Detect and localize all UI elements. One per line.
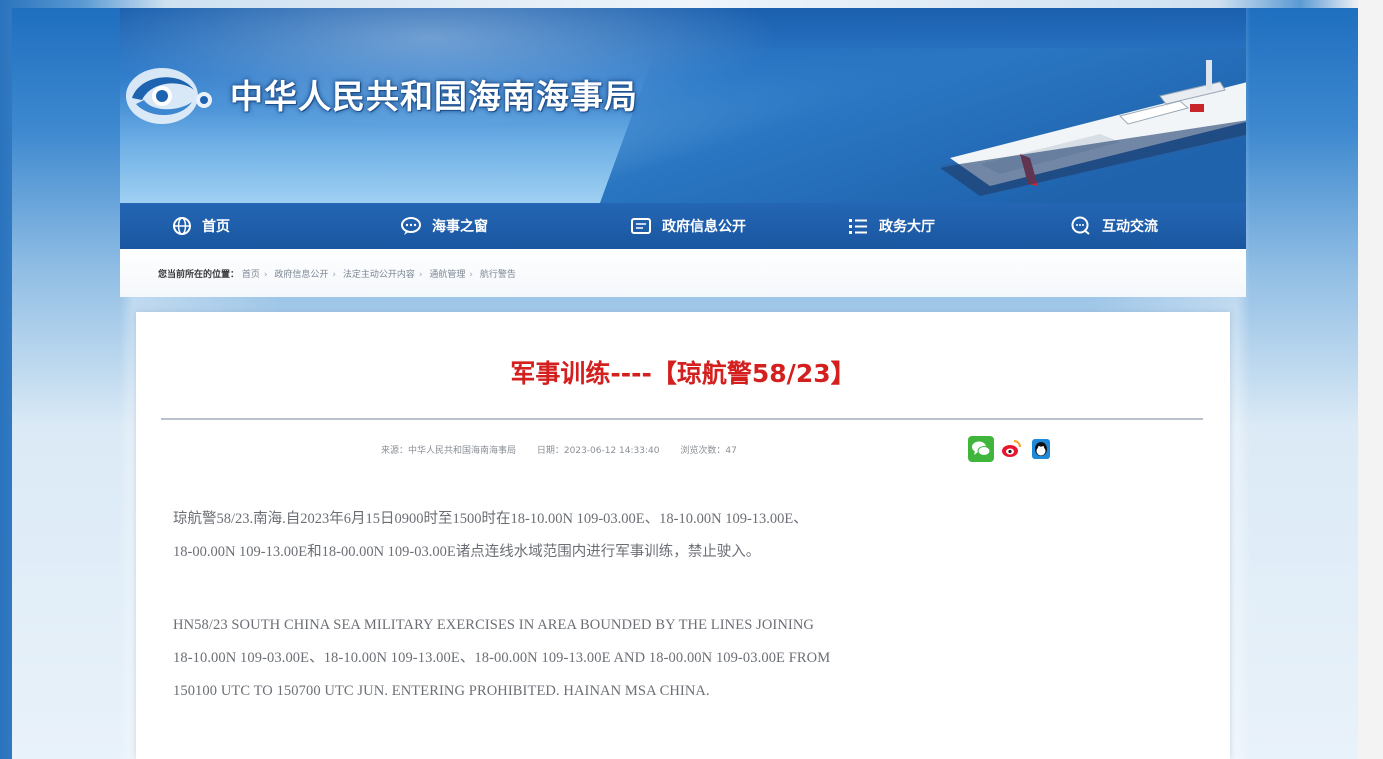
qq-icon[interactable] bbox=[1028, 436, 1054, 462]
breadcrumb-separator: › bbox=[332, 270, 337, 280]
patrol-ship-image bbox=[940, 60, 1246, 196]
share-bar bbox=[968, 436, 1054, 462]
title-divider bbox=[161, 418, 1203, 420]
msa-logo bbox=[126, 68, 212, 124]
nav-item-msa-window[interactable]: 海事之窗 bbox=[400, 203, 488, 249]
nav-item-home[interactable]: 首页 bbox=[172, 203, 230, 249]
nav-item-interaction[interactable]: 互动交流 bbox=[1070, 203, 1158, 249]
message-icon bbox=[1071, 216, 1090, 235]
article-date: 日期：2023-06-12 14:33:40 bbox=[536, 446, 660, 456]
wechat-icon[interactable] bbox=[968, 436, 994, 462]
breadcrumb-separator: › bbox=[263, 270, 268, 280]
article-title: 军事训练----【琼航警58/23】 bbox=[510, 359, 856, 388]
breadcrumb-link[interactable]: 首页 bbox=[242, 270, 260, 280]
list-icon bbox=[849, 219, 867, 234]
article-line: 18-10.00N 109-03.00E、18-10.00N 109-13.00… bbox=[173, 650, 831, 666]
breadcrumb: 您当前所在的位置： 首页 › 政府信息公开 › 法定主动公开内容 › 通航管理 › 航行… bbox=[158, 267, 516, 280]
breadcrumb-separator: › bbox=[418, 270, 423, 280]
article-views: 浏览次数：47 bbox=[680, 446, 737, 456]
article-line: 18-00.00N 109-13.00E和18-00.00N 109-03.00… bbox=[173, 544, 761, 560]
breadcrumb-separator: › bbox=[469, 270, 474, 280]
article-paragraph-en: HN58/23 SOUTH CHINA SEA MILITARY EXERCIS… bbox=[173, 609, 1143, 708]
article-line: HN58/23 SOUTH CHINA SEA MILITARY EXERCIS… bbox=[173, 617, 814, 633]
breadcrumb-link[interactable]: 通航管理 bbox=[429, 270, 465, 280]
article-source: 来源：中华人民共和国海南海事局 bbox=[381, 446, 517, 456]
breadcrumb-link[interactable]: 政府信息公开 bbox=[274, 270, 328, 280]
nav-item-label: 政务大厅 bbox=[879, 219, 935, 235]
nav-item-label: 首页 bbox=[202, 219, 230, 235]
globe-icon bbox=[173, 217, 191, 235]
main-nav: 首页 海事之窗 政府信息公开 政务大厅 互动交流 bbox=[120, 203, 1246, 249]
breadcrumb-link[interactable]: 航行警告 bbox=[480, 270, 516, 280]
chat-icon bbox=[401, 217, 421, 235]
nav-item-label: 政府信息公开 bbox=[662, 219, 746, 235]
breadcrumb-link[interactable]: 法定主动公开内容 bbox=[343, 270, 415, 280]
article-meta: 来源：中华人民共和国海南海事局 日期：2023-06-12 14:33:40 浏… bbox=[381, 443, 755, 456]
header-banner: 中华人民共和国海南海事局 bbox=[120, 8, 1246, 203]
article-panel: 军事训练----【琼航警58/23】 来源：中华人民共和国海南海事局 日期：20… bbox=[136, 312, 1230, 759]
article-paragraph-cn: 琼航警58/23.南海.自2023年6月15日0900时至1500时在18-10… bbox=[173, 503, 1143, 569]
article-line: 150100 UTC TO 150700 UTC JUN. ENTERING P… bbox=[173, 683, 710, 699]
site-title: 中华人民共和国海南海事局 bbox=[230, 77, 638, 116]
document-icon bbox=[631, 218, 651, 234]
nav-item-label: 互动交流 bbox=[1102, 219, 1158, 235]
nav-item-gov-info[interactable]: 政府信息公开 bbox=[630, 203, 746, 249]
breadcrumb-lead: 您当前所在的位置： bbox=[158, 270, 240, 280]
nav-item-service-hall[interactable]: 政务大厅 bbox=[847, 203, 935, 249]
article-line: 琼航警58/23.南海.自2023年6月15日0900时至1500时在18-10… bbox=[173, 511, 808, 527]
nav-item-label: 海事之窗 bbox=[432, 219, 488, 235]
weibo-icon[interactable] bbox=[998, 436, 1024, 462]
breadcrumb-bar: 您当前所在的位置： 首页 › 政府信息公开 › 法定主动公开内容 › 通航管理 › 航行… bbox=[120, 249, 1246, 297]
page-right-edge bbox=[1358, 0, 1383, 759]
